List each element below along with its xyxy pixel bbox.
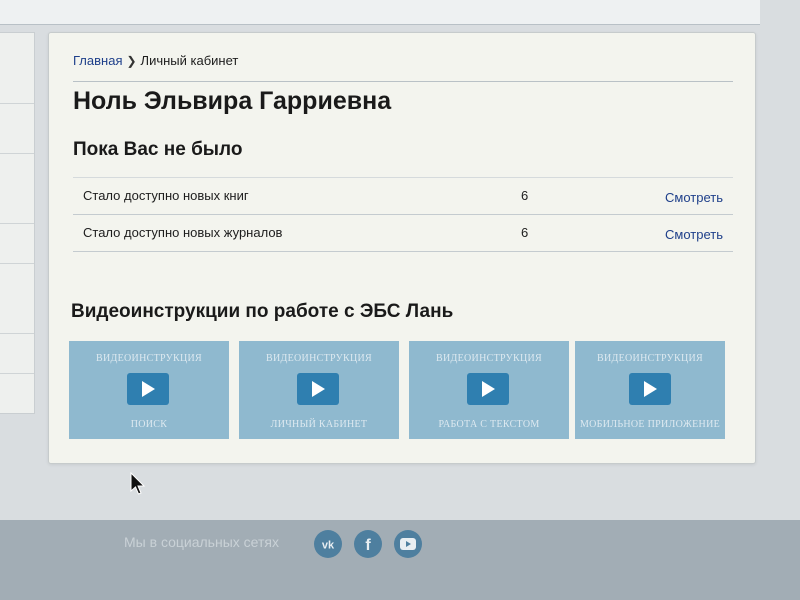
row-count: 6 <box>521 225 529 240</box>
video-tile-title: Личный кабинет <box>270 419 368 430</box>
youtube-icon[interactable] <box>394 530 422 558</box>
vk-icon[interactable]: vk <box>314 530 342 558</box>
video-tile-search[interactable]: Видеоинструкция Поиск <box>69 341 229 439</box>
play-icon <box>629 373 671 405</box>
video-section-heading: Видеоинструкции по работе с ЭБС Лань <box>71 301 454 322</box>
view-journals-link[interactable]: Смотреть <box>665 227 723 242</box>
footer-social-text: Мы в социальных сетях <box>124 534 279 550</box>
row-label: Стало доступно новых книг <box>83 188 249 203</box>
video-tile-text[interactable]: Видеоинструкция Работа с текстом <box>409 341 569 439</box>
sidebar-divider <box>0 153 34 154</box>
sidebar-divider <box>0 263 34 264</box>
while-away-heading: Пока Вас не было <box>73 139 243 160</box>
main-card: Главная ❯ Личный кабинет Ноль Эльвира Гарр… <box>48 32 756 464</box>
table-row: Стало доступно новых журналов 6 Смотреть <box>73 215 733 252</box>
view-books-link[interactable]: Смотреть <box>665 190 723 205</box>
video-tile-caption: Видеоинструкция <box>597 353 703 364</box>
breadcrumb: Главная ❯ Личный кабинет <box>73 53 238 68</box>
svg-text:f: f <box>365 537 371 554</box>
video-tile-caption: Видеоинструкция <box>96 353 202 364</box>
footer: Мы в социальных сетях vk f <box>0 520 800 600</box>
video-tile-title: Мобильное приложение <box>579 419 721 430</box>
row-label: Стало доступно новых журналов <box>83 225 283 240</box>
svg-text:vk: vk <box>322 540 335 552</box>
mouse-cursor-icon <box>130 472 146 495</box>
breadcrumb-home-link[interactable]: Главная <box>73 53 122 68</box>
breadcrumb-current: Личный кабинет <box>140 53 239 68</box>
updates-table: Стало доступно новых книг 6 Смотреть Ста… <box>73 177 733 252</box>
video-tiles: Видеоинструкция Поиск Видеоинструкция Ли… <box>69 341 725 441</box>
video-tile-caption: Видеоинструкция <box>436 353 542 364</box>
row-count: 6 <box>521 188 529 203</box>
chevron-right-icon: ❯ <box>126 54 137 68</box>
video-tile-title: Работа с текстом <box>438 419 540 430</box>
video-tile-title: Поиск <box>130 419 168 430</box>
sidebar-divider <box>0 103 34 104</box>
play-icon <box>127 373 169 405</box>
left-sidebar <box>0 32 35 414</box>
top-bar <box>0 0 760 25</box>
video-tile-cabinet[interactable]: Видеоинструкция Личный кабинет <box>239 341 399 439</box>
divider <box>73 81 733 82</box>
facebook-icon[interactable]: f <box>354 530 382 558</box>
sidebar-divider <box>0 373 34 374</box>
sidebar-divider <box>0 333 34 334</box>
play-icon <box>297 373 339 405</box>
video-tile-mobile[interactable]: Видеоинструкция Мобильное приложение <box>575 341 725 439</box>
video-tile-caption: Видеоинструкция <box>266 353 372 364</box>
play-icon <box>467 373 509 405</box>
page-title: Ноль Эльвира Гарриевна <box>73 87 392 115</box>
sidebar-divider <box>0 223 34 224</box>
table-row: Стало доступно новых книг 6 Смотреть <box>73 177 733 215</box>
